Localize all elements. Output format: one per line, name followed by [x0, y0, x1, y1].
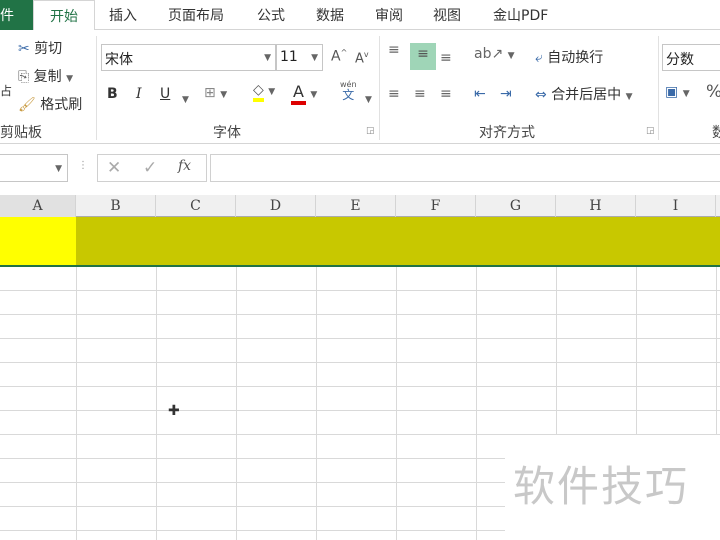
column-header-a[interactable]: A — [0, 195, 76, 217]
align-left-button[interactable]: ≡ — [388, 86, 400, 102]
column-headers: A B C D E F G H I — [0, 195, 720, 217]
merge-center-label: 合并后居中 — [551, 87, 622, 103]
font-size-value: 11 — [280, 49, 298, 65]
number-format-select[interactable]: 分数 — [662, 44, 720, 71]
chevron-down-icon: ▼ — [55, 164, 62, 174]
watermark: 软件技巧 — [505, 435, 720, 540]
tab-page-layout[interactable]: 页面布局 — [168, 5, 224, 25]
decrease-indent-button[interactable]: ⇤ — [474, 86, 486, 102]
fill-color-button[interactable]: ◇ ▼ — [253, 82, 275, 102]
merge-icon: ⇔ — [535, 87, 547, 103]
underline-dropdown[interactable]: ▼ — [182, 90, 189, 106]
more-icon: ⋮ — [78, 160, 88, 171]
tab-insert[interactable]: 插入 — [109, 5, 137, 25]
paint-bucket-icon: ◇ — [253, 82, 264, 102]
clipboard-group-label: 剪贴板 — [0, 125, 42, 141]
font-color-button[interactable]: A ▼ — [291, 82, 317, 105]
copy-button[interactable]: ⎘ 复制 ▼ — [18, 66, 73, 86]
enter-icon[interactable]: ✓ — [143, 158, 157, 178]
tab-view[interactable]: 视图 — [433, 5, 461, 25]
column-header-h[interactable]: H — [556, 195, 636, 217]
cell-a1[interactable] — [0, 217, 76, 265]
format-painter-label: 格式刷 — [40, 97, 83, 113]
column-header-f[interactable]: F — [396, 195, 476, 217]
font-dialog-launcher[interactable]: ◲ — [366, 126, 375, 136]
wrap-text-label: 自动换行 — [547, 50, 604, 66]
column-header-i[interactable]: I — [636, 195, 716, 217]
phonetic-button[interactable]: wén 文 — [340, 80, 357, 102]
underline-button[interactable]: U — [160, 86, 170, 102]
number-format-value: 分数 — [666, 52, 694, 68]
align-right-button[interactable]: ≡ — [440, 86, 452, 102]
name-box[interactable]: ▼ — [0, 154, 68, 182]
bold-button[interactable]: B — [107, 86, 118, 102]
border-icon: ⊞ — [204, 85, 216, 101]
font-group-label: 字体 — [213, 125, 241, 141]
tab-data[interactable]: 数据 — [316, 5, 344, 25]
decrease-font-button[interactable]: Av — [355, 50, 369, 66]
format-painter-button[interactable]: 🖌 格式刷 — [18, 94, 82, 114]
italic-button[interactable]: I — [136, 86, 142, 102]
formula-input[interactable] — [210, 154, 720, 182]
scissors-icon: ✂ — [18, 41, 30, 57]
column-header-d[interactable]: D — [236, 195, 316, 217]
chevron-down-icon: ▼ — [264, 53, 271, 63]
formula-buttons: ✕ ✓ fx — [97, 154, 207, 182]
accounting-format-button[interactable]: ▣ ▼ — [665, 84, 690, 100]
brush-icon: 🖌 — [18, 97, 36, 113]
column-header-g[interactable]: G — [476, 195, 556, 217]
increase-indent-button[interactable]: ⇥ — [500, 86, 512, 102]
font-color-icon: A — [291, 82, 306, 105]
align-bottom-button[interactable]: ≡ — [440, 50, 452, 66]
tab-review[interactable]: 审阅 — [375, 5, 403, 25]
cells-b1-i1[interactable] — [76, 217, 720, 265]
tab-formulas[interactable]: 公式 — [257, 5, 285, 25]
align-top-button[interactable]: ≡ — [388, 42, 400, 58]
cut-label: 剪切 — [34, 41, 63, 57]
cancel-icon[interactable]: ✕ — [107, 158, 121, 178]
cut-button[interactable]: ✂ 剪切 — [18, 38, 62, 58]
chevron-down-icon: ▼ — [311, 53, 318, 63]
tab-home[interactable]: 开始 — [33, 0, 95, 31]
wrap-text-button[interactable]: ⤶ 自动换行 — [535, 47, 603, 67]
merge-center-button[interactable]: ⇔ 合并后居中 ▼ — [535, 84, 633, 104]
divider — [379, 36, 380, 140]
percent-button[interactable]: % — [706, 82, 720, 102]
font-name-select[interactable]: 宋体 ▼ — [101, 44, 276, 71]
align-middle-button[interactable]: ≡ — [410, 43, 436, 70]
phonetic-dropdown[interactable]: ▼ — [365, 90, 372, 106]
column-header-b[interactable]: B — [76, 195, 156, 217]
number-group-label: 数 — [712, 125, 720, 141]
borders-button[interactable]: ⊞ ▼ — [204, 85, 227, 101]
ribbon-tabs: 件 开始 插入 页面布局 公式 数据 审阅 视图 金山PDF — [0, 0, 720, 31]
column-header-c[interactable]: C — [156, 195, 236, 217]
ribbon: 占 ✂ 剪切 ⎘ 复制 ▼ 🖌 格式刷 剪贴板 宋体 ▼ 11 ▼ A^ Av B … — [0, 30, 720, 144]
chevron-down-icon: ▼ — [66, 74, 74, 84]
align-center-button[interactable]: ≡ — [414, 86, 426, 102]
increase-font-button[interactable]: A^ — [331, 48, 347, 65]
cell-cursor-icon: ✚ — [168, 403, 180, 419]
formula-bar-area: ▼ ⋮ ✕ ✓ fx — [0, 145, 720, 195]
tab-file[interactable]: 件 — [0, 0, 33, 30]
copy-label: 复制 — [33, 69, 62, 85]
column-header-e[interactable]: E — [316, 195, 396, 217]
paste-button[interactable]: 占 — [0, 82, 12, 99]
orientation-button[interactable]: ab↗ ▼ — [474, 46, 515, 62]
alignment-dialog-launcher[interactable]: ◲ — [646, 126, 655, 136]
wrap-text-icon: ⤶ — [535, 50, 543, 66]
insert-function-icon[interactable]: fx — [178, 158, 191, 174]
alignment-group-label: 对齐方式 — [479, 125, 535, 141]
currency-icon: ▣ — [665, 84, 679, 100]
font-name-value: 宋体 — [105, 52, 133, 68]
font-size-select[interactable]: 11 ▼ — [276, 44, 323, 71]
tab-pdf[interactable]: 金山PDF — [493, 5, 548, 25]
row-1-selected[interactable] — [0, 217, 720, 267]
divider — [658, 36, 659, 140]
copy-icon: ⎘ — [18, 69, 30, 85]
phonetic-char: 文 — [342, 88, 355, 102]
divider — [96, 36, 97, 140]
